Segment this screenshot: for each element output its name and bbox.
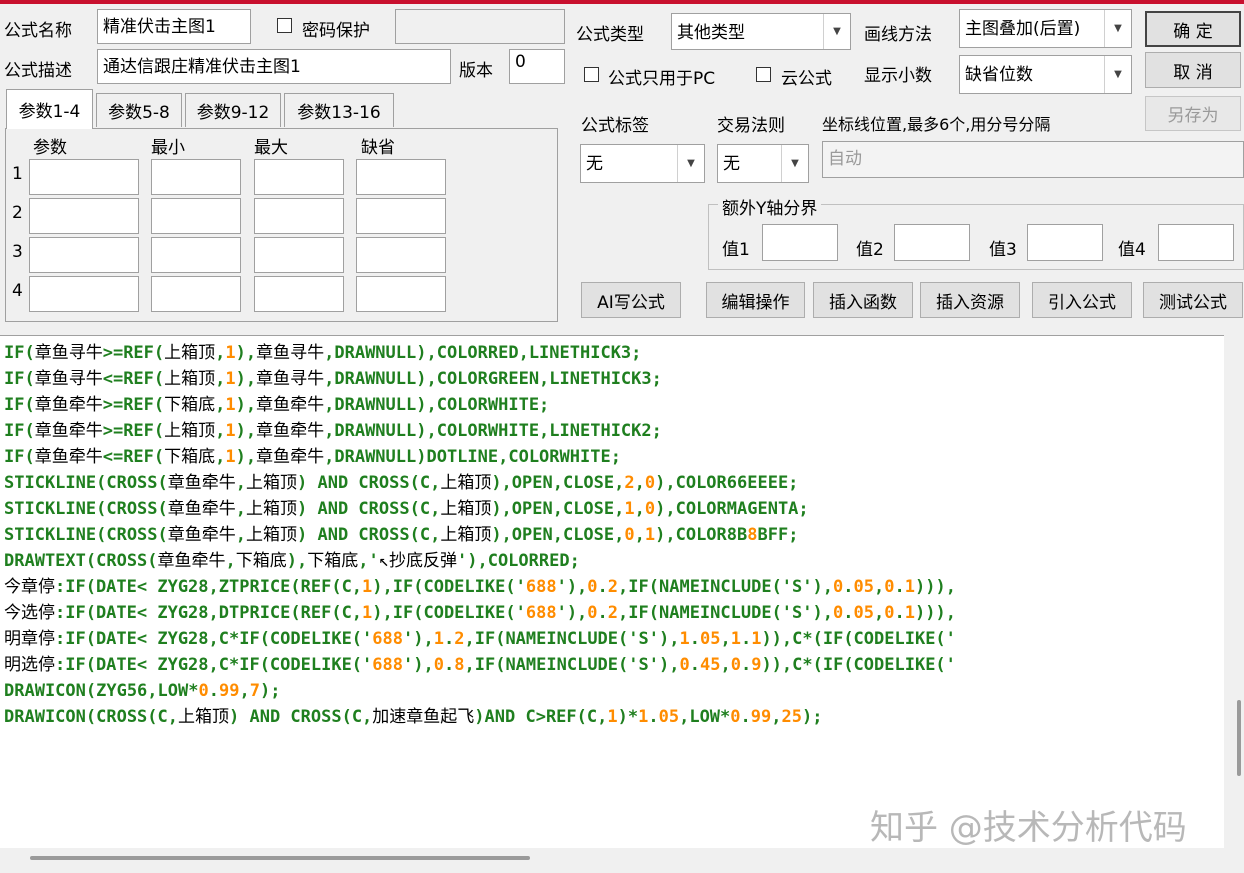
chevron-down-icon[interactable]: ▼ (1104, 10, 1131, 47)
param-row-number: 3 (12, 242, 23, 262)
value4-label: 值4 (1118, 240, 1146, 260)
import-formula-button[interactable]: 引入公式 (1032, 282, 1132, 318)
chevron-down-icon[interactable]: ▼ (677, 145, 704, 182)
vertical-scrollbar[interactable] (1224, 335, 1244, 848)
cloud-formula-checkbox[interactable] (756, 67, 771, 82)
value3-input[interactable] (1027, 224, 1103, 261)
formula-desc-label: 公式描述 (4, 61, 72, 81)
save-as-button[interactable]: 另存为 (1145, 96, 1241, 131)
tab-params-1-4[interactable]: 参数1-4 (6, 89, 93, 129)
value3-label: 值3 (989, 240, 1017, 260)
edit-operations-button[interactable]: 编辑操作 (706, 282, 805, 318)
formula-tag-value: 无 (586, 154, 603, 174)
param-max-input[interactable] (254, 159, 344, 195)
decimals-label: 显示小数 (864, 66, 932, 86)
formula-code[interactable]: IF(章鱼寻牛>=REF(上箱顶,1),章鱼寻牛,DRAWNULL),COLOR… (4, 340, 956, 730)
formula-type-select[interactable]: 其他类型 ▼ (671, 13, 851, 50)
cancel-button[interactable]: 取 消 (1145, 52, 1241, 88)
param-default-header: 缺省 (361, 138, 395, 158)
password-protect-checkbox[interactable] (277, 18, 292, 33)
param-max-input[interactable] (254, 198, 344, 234)
param-default-input[interactable] (356, 237, 446, 273)
test-formula-button[interactable]: 测试公式 (1143, 282, 1243, 318)
axis-lines-input[interactable]: 自动 (822, 141, 1244, 178)
value2-input[interactable] (894, 224, 970, 261)
watermark-text: 知乎 @技术分析代码 (870, 808, 1187, 848)
tab-params-9-12[interactable]: 参数9-12 (185, 93, 281, 127)
ai-write-formula-button[interactable]: AI写公式 (581, 282, 681, 318)
formula-type-label: 公式类型 (576, 25, 644, 45)
tab-params-13-16[interactable]: 参数13-16 (284, 93, 394, 127)
decimals-select[interactable]: 缺省位数 ▼ (959, 55, 1132, 94)
formula-type-value: 其他类型 (677, 23, 745, 43)
param-min-input[interactable] (151, 237, 241, 273)
pc-only-checkbox[interactable] (584, 67, 599, 82)
param-default-input[interactable] (356, 159, 446, 195)
param-max-input[interactable] (254, 276, 344, 312)
password-protect-label: 密码保护 (302, 21, 370, 41)
cloud-formula-label: 云公式 (781, 69, 832, 89)
draw-method-label: 画线方法 (864, 25, 932, 45)
param-name-input[interactable] (29, 198, 139, 234)
window-top-border (0, 0, 1244, 4)
param-max-header: 最大 (254, 138, 288, 158)
code-editor[interactable]: IF(章鱼寻牛>=REF(上箱顶,1),章鱼寻牛,DRAWNULL),COLOR… (0, 335, 1224, 849)
ok-button[interactable]: 确 定 (1145, 11, 1241, 47)
value2-label: 值2 (856, 240, 884, 260)
horizontal-scrollbar-thumb[interactable] (30, 856, 530, 860)
chevron-down-icon[interactable]: ▼ (823, 14, 850, 49)
formula-name-input[interactable]: 精准伏击主图1 (97, 9, 251, 44)
formula-name-label: 公式名称 (4, 21, 72, 41)
param-name-input[interactable] (29, 237, 139, 273)
vertical-scrollbar-thumb[interactable] (1237, 700, 1241, 776)
tab-params-5-8[interactable]: 参数5-8 (96, 93, 182, 127)
param-name-input[interactable] (29, 276, 139, 312)
param-name-input[interactable] (29, 159, 139, 195)
param-row-number: 4 (12, 281, 23, 301)
trade-rule-value: 无 (723, 154, 740, 174)
decimals-value: 缺省位数 (965, 65, 1033, 85)
chevron-down-icon[interactable]: ▼ (781, 145, 808, 182)
value1-input[interactable] (762, 224, 838, 261)
param-max-input[interactable] (254, 237, 344, 273)
formula-desc-input[interactable]: 通达信跟庄精准伏击主图1 (97, 49, 451, 84)
param-min-input[interactable] (151, 159, 241, 195)
draw-method-select[interactable]: 主图叠加(后置) ▼ (959, 9, 1132, 48)
formula-tag-label: 公式标签 (581, 116, 649, 136)
param-min-input[interactable] (151, 276, 241, 312)
param-row-number: 2 (12, 203, 23, 223)
param-min-header: 最小 (151, 138, 185, 158)
chevron-down-icon[interactable]: ▼ (1104, 56, 1131, 93)
param-default-input[interactable] (356, 276, 446, 312)
trade-rule-label: 交易法则 (717, 116, 785, 136)
insert-resource-button[interactable]: 插入资源 (920, 282, 1020, 318)
value1-label: 值1 (722, 240, 750, 260)
password-input (395, 9, 565, 44)
horizontal-scrollbar[interactable] (0, 848, 1244, 873)
formula-tag-select[interactable]: 无 ▼ (580, 144, 705, 183)
trade-rule-select[interactable]: 无 ▼ (717, 144, 809, 183)
insert-function-button[interactable]: 插入函数 (813, 282, 913, 318)
version-input[interactable]: 0 (509, 49, 565, 84)
draw-method-value: 主图叠加(后置) (965, 19, 1081, 39)
value4-input[interactable] (1158, 224, 1234, 261)
param-default-input[interactable] (356, 198, 446, 234)
axis-lines-label: 坐标线位置,最多6个,用分号分隔 (822, 115, 1051, 134)
param-header: 参数 (33, 138, 67, 158)
version-label: 版本 (459, 61, 493, 81)
params-panel: 参数 最小 最大 缺省 1 2 3 4 (5, 128, 558, 322)
param-row-number: 1 (12, 164, 23, 184)
extra-y-axis-label: 额外Y轴分界 (718, 194, 822, 219)
pc-only-label: 公式只用于PC (608, 69, 716, 89)
param-min-input[interactable] (151, 198, 241, 234)
